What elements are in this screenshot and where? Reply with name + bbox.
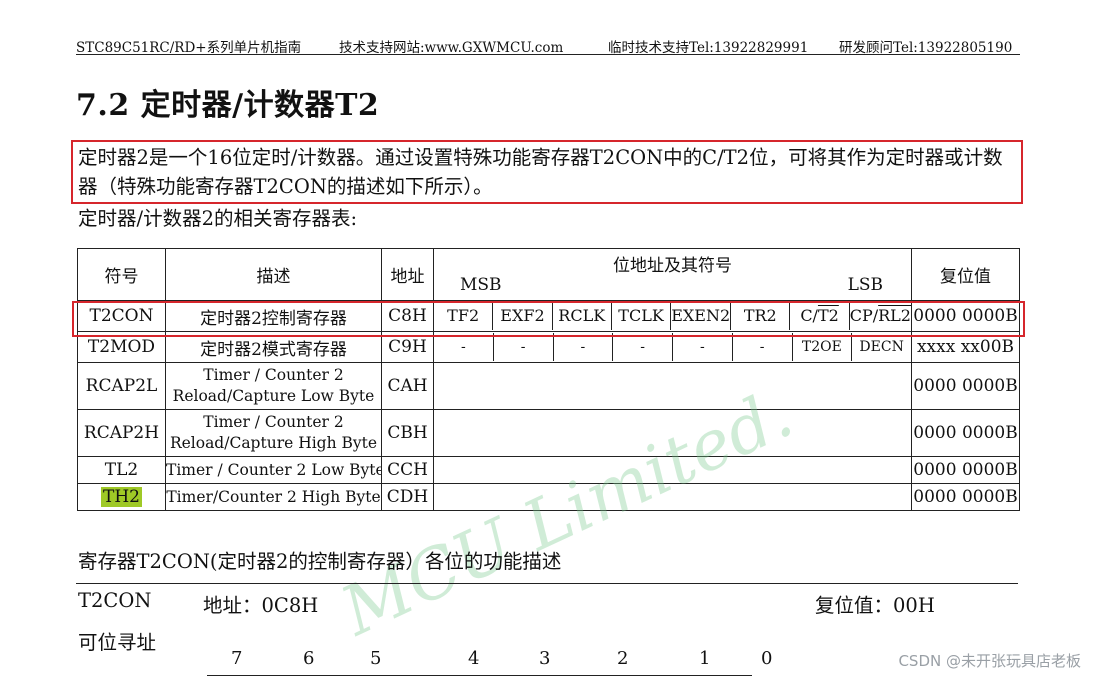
header-msb: MSB: [460, 275, 502, 295]
header-reset: 复位值: [911, 248, 1020, 301]
row-desc: Timer / Counter 2 Reload/Capture Low Byte: [165, 362, 382, 410]
row-addr: CDH: [381, 483, 434, 511]
table-row: RCAP2H Timer / Counter 2 Reload/Capture H…: [77, 409, 1020, 457]
bit-cell: -: [612, 333, 672, 361]
page-header: STC89C51RC/RD+系列单片机指南 技术支持网站:www.GXWMCU.…: [76, 34, 1020, 56]
row-addr: CAH: [381, 362, 434, 410]
header-support-tel: 临时技术支持Tel:13922829991: [608, 40, 809, 56]
row-desc-line2: Reload/Capture High Byte: [169, 434, 378, 452]
header-addr: 地址: [381, 248, 434, 301]
header-symbol: 符号: [77, 248, 166, 301]
header-doc-title: STC89C51RC/RD+系列单片机指南: [76, 40, 302, 56]
bit-number: 4: [468, 648, 480, 669]
bit-addressable-label: 可位寻址: [78, 631, 157, 654]
bit-number: 1: [699, 648, 711, 669]
bit-cell: -: [492, 333, 553, 361]
bit-cell: -: [461, 339, 466, 355]
bit-cell: -: [731, 333, 792, 361]
section-title: 7.2 定时器/计数器T2: [76, 88, 380, 123]
header-website: 技术支持网站:www.GXWMCU.com: [339, 40, 564, 56]
row-bits-empty: [433, 362, 912, 410]
bit-cell: DECN: [851, 333, 910, 361]
table-caption: 定时器/计数器2的相关寄存器表:: [78, 207, 358, 230]
row-reset: 0000 0000B: [911, 483, 1020, 511]
section2-title: 寄存器T2CON(定时器2的控制寄存器）各位的功能描述: [78, 550, 562, 573]
row-reset: 0000 0000B: [911, 456, 1020, 484]
row-desc-line1: Timer / Counter 2: [203, 413, 344, 431]
row-addr: CBH: [381, 409, 434, 457]
intro-highlight-box: [71, 140, 1023, 204]
header-bits-label: 位地址及其符号: [613, 256, 732, 276]
bit-number: 3: [539, 648, 551, 669]
bit-number: 6: [303, 648, 315, 669]
row-desc: Timer / Counter 2 Low Byte: [165, 456, 382, 484]
csdn-watermark: CSDN @未开张玩具店老板: [898, 652, 1081, 670]
row-symbol: TL2: [77, 456, 166, 484]
table-row: RCAP2L Timer / Counter 2 Reload/Capture L…: [77, 362, 1020, 410]
reg-addr: 地址：0C8H: [203, 594, 319, 617]
bit-table-top-border: [207, 675, 752, 676]
header-desc: 描述: [165, 248, 382, 301]
reg-reset: 复位值：00H: [815, 594, 935, 617]
bit-cell: -: [672, 333, 732, 361]
bit-cell: T2OE: [791, 333, 852, 361]
divider: [76, 583, 1018, 584]
bit-number: 0: [761, 648, 773, 669]
row-desc-line2: Reload/Capture Low Byte: [172, 387, 375, 405]
header-bits: 位地址及其符号 MSB LSB: [433, 248, 912, 301]
row-desc-line1: Timer / Counter 2: [203, 366, 344, 384]
register-table: 符号 描述 地址 位地址及其符号 MSB LSB 复位值 T2CON 定时器2控…: [77, 248, 1020, 511]
bit-cell: -: [552, 333, 613, 361]
bit-number: 2: [617, 648, 629, 669]
row-symbol: RCAP2H: [77, 409, 166, 457]
header-lsb: LSB: [847, 275, 883, 295]
bit-number: 5: [370, 648, 382, 669]
t2con-row-highlight-box: [72, 301, 1025, 337]
row-symbol: RCAP2L: [77, 362, 166, 410]
header-consult-tel: 研发顾问Tel:13922805190: [839, 40, 1013, 56]
row-reset: 0000 0000B: [911, 362, 1020, 410]
table-header-row: 符号 描述 地址 位地址及其符号 MSB LSB 复位值: [77, 248, 1020, 301]
row-reset: 0000 0000B: [911, 409, 1020, 457]
row-desc: Timer / Counter 2 Reload/Capture High Byt…: [165, 409, 382, 457]
th2-highlight: TH2: [101, 487, 142, 507]
row-symbol: TH2: [77, 483, 166, 511]
row-desc: Timer/Counter 2 High Byte: [165, 483, 382, 511]
bit-number: 7: [231, 648, 243, 669]
row-addr: CCH: [381, 456, 434, 484]
reg-name: T2CON: [78, 589, 152, 612]
